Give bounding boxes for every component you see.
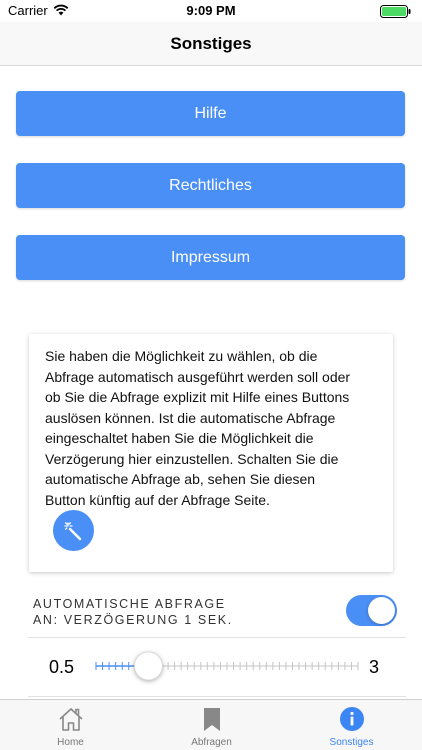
navigation-bar: Sonstiges xyxy=(0,22,422,66)
tab-sonstiges[interactable]: Sonstiges xyxy=(281,700,422,750)
delay-slider[interactable] xyxy=(92,650,362,686)
page-title: Sonstiges xyxy=(170,34,252,53)
bookmark-icon xyxy=(203,708,220,731)
tab-abfragen[interactable]: Abfragen xyxy=(141,700,282,750)
status-bar: Carrier 9:09 PM xyxy=(0,0,422,22)
toggle-knob xyxy=(368,597,395,624)
tab-label: Sonstiges xyxy=(329,737,374,748)
tab-bar: Home Abfragen Sonstiges xyxy=(0,699,422,750)
auto-query-toggle[interactable] xyxy=(346,595,397,626)
slider-min-label: 0.5 xyxy=(49,657,75,677)
slider-max-label: 3 xyxy=(369,657,380,677)
info-line: Verzögerung hier einzustellen. Schalten … xyxy=(45,450,339,467)
info-line: Button künftig auf der Abfrage Seite. xyxy=(45,491,270,508)
info-line: Sie haben die Möglichkeit zu wählen, ob … xyxy=(45,348,318,364)
battery-icon xyxy=(380,5,411,18)
delay-slider-row: 0.5 3 xyxy=(0,640,422,696)
info-line: eingeschaltet haben Sie die Möglichkeit … xyxy=(45,430,314,446)
tab-label: Abfragen xyxy=(191,737,232,748)
info-text: Sie haben die Möglichkeit zu wählen, ob … xyxy=(45,346,385,510)
divider xyxy=(28,696,406,697)
magic-wand-icon xyxy=(63,521,81,540)
info-line: Abfrage automatisch ausgeführt werden so… xyxy=(45,368,351,385)
legal-button[interactable]: Rechtliches xyxy=(16,163,405,208)
slider-thumb[interactable] xyxy=(134,651,163,681)
query-button[interactable] xyxy=(53,510,94,551)
info-line: automatische Abfrage ab, sehen Sie diese… xyxy=(45,471,316,487)
home-icon xyxy=(58,708,83,731)
info-line: auslösen können. Ist die automatische Ab… xyxy=(45,409,336,426)
imprint-button[interactable]: Impressum xyxy=(16,235,405,280)
tab-label: Home xyxy=(57,737,84,748)
help-button[interactable]: Hilfe xyxy=(16,91,405,136)
divider xyxy=(28,637,406,638)
clock: 9:09 PM xyxy=(186,3,236,18)
auto-query-setting: AUTOMATISCHE ABFRAGE AN: VERZÖGERUNG 1 S… xyxy=(0,584,422,638)
auto-query-label: AUTOMATISCHE ABFRAGE AN: VERZÖGERUNG 1 S… xyxy=(33,596,233,628)
info-line: ob Sie die Abfrage explizit mit Hilfe ei… xyxy=(45,389,350,405)
info-card: Sie haben die Möglichkeit zu wählen, ob … xyxy=(29,334,393,572)
tab-home[interactable]: Home xyxy=(0,700,141,750)
info-icon xyxy=(339,707,364,731)
delay-label-line: AN: VERZÖGERUNG 1 SEK. xyxy=(33,613,233,627)
auto-query-label-line: AUTOMATISCHE ABFRAGE xyxy=(33,597,226,611)
